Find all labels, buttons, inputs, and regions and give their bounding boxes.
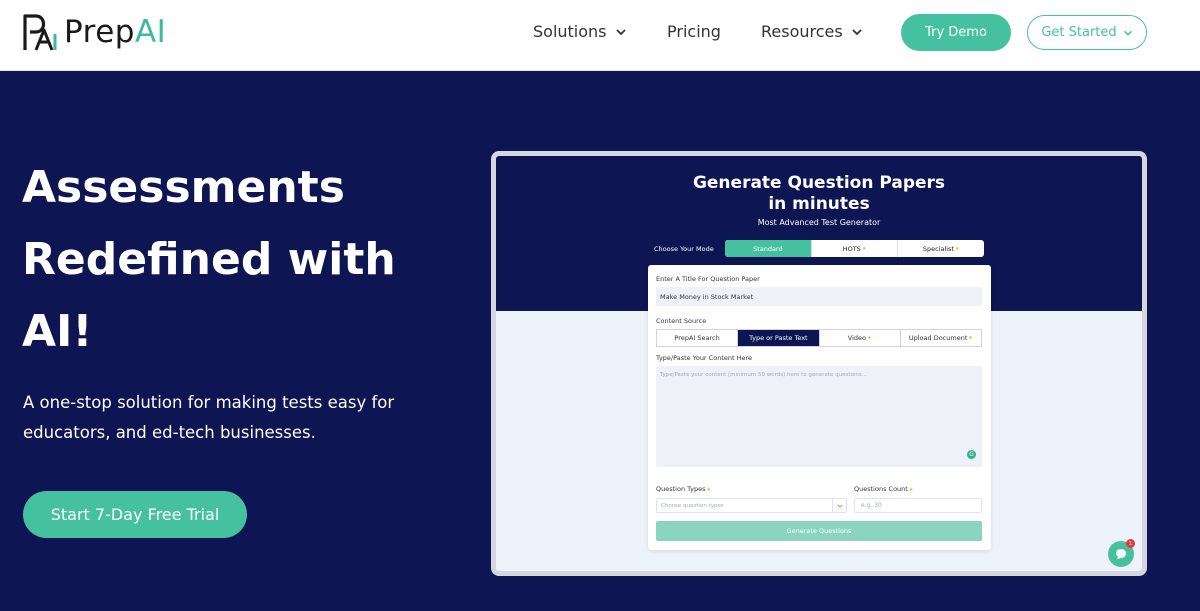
product-screenshot: Generate Question Papers in minutes Most… [491,151,1147,576]
questions-count-label: Questions Count★ [854,485,914,493]
hero-title-line: Redefined with [22,234,396,285]
content-placeholder: Type/Paste your content (minimum 50 word… [660,372,867,378]
nav-solutions[interactable]: Solutions [533,22,627,41]
mode-standard[interactable]: Standard [725,240,811,257]
grammar-check-icon[interactable]: G [967,450,976,459]
generate-questions-label: Generate Questions [786,527,852,535]
notification-badge: 1 [1126,539,1135,548]
pro-badge-icon: ★ [706,487,711,493]
question-form-card: Enter A Title For Question Paper Make Mo… [648,265,991,550]
mode-hots[interactable]: HOTS ★ [810,240,898,257]
content-source-tabs: PrepAI Search Type or Paste Text Video ★ … [656,329,982,347]
nav-resources-label: Resources [761,22,843,41]
mockup-title-line: Generate Question Papers [692,173,946,193]
source-tab-label: Type or Paste Text [749,334,808,342]
start-free-trial-button[interactable]: Start 7-Day Free Trial [23,491,247,538]
hero-title-line: Assessments [22,162,345,213]
try-demo-label: Try Demo [925,25,987,40]
pro-badge-icon: ★ [866,335,872,341]
nav-pricing[interactable]: Pricing [667,22,721,41]
generate-questions-button[interactable]: Generate Questions [656,521,982,541]
mockup-title-line: in minutes [768,194,870,214]
source-tab-label: Upload Document [908,334,968,342]
chevron-down-icon [615,28,626,35]
start-free-trial-label: Start 7-Day Free Trial [50,505,220,524]
mockup-subtitle: Most Advanced Test Generator [757,218,881,227]
pro-badge-icon: ★ [908,487,914,493]
content-source-label: Content Source [656,317,707,325]
source-tab-prepai-search[interactable]: PrepAI Search [657,330,737,346]
chevron-down-icon [832,499,846,512]
chat-widget-button[interactable]: 1 [1108,539,1135,567]
nav-solutions-label: Solutions [533,22,607,41]
chevron-down-icon [1123,30,1132,36]
source-tab-video[interactable]: Video ★ [818,330,900,346]
pro-badge-icon: ★ [968,335,973,341]
question-types-select[interactable]: Choose question types [656,498,847,513]
mode-selector: Standard HOTS ★ Specialist ★ [725,240,984,257]
prepai-logo[interactable]: PrepAI [22,10,166,54]
try-demo-button[interactable]: Try Demo [901,14,1011,51]
pro-badge-icon: ★ [861,245,867,252]
mode-hots-label: HOTS [842,244,861,253]
content-label: Type/Paste Your Content Here [656,354,753,362]
get-started-button[interactable]: Get Started [1027,15,1147,50]
mode-specialist[interactable]: Specialist ★ [897,240,984,257]
title-input-value: Make Money in Stock Market [660,292,754,301]
logo-text: PrepAI [64,14,167,50]
question-types-placeholder: Choose question types [661,502,724,509]
pro-badge-icon: ★ [955,245,960,252]
hero-title: Assessments Redefined with AI! [22,152,462,368]
nav-resources[interactable]: Resources [761,22,863,41]
logo-mark-icon [23,14,57,51]
hero-title-line: AI! [22,306,93,357]
mockup-title: Generate Question Papers in minutes [496,173,1142,215]
source-tab-label: Video [847,334,866,342]
source-tab-upload-document[interactable]: Upload Document ★ [899,330,981,346]
get-started-label: Get Started [1041,25,1117,40]
mode-specialist-label: Specialist [922,244,955,253]
mode-label: Choose Your Mode [654,245,714,253]
site-header: PrepAI Solutions Pricing Resources Try D… [0,0,1200,71]
questions-count-input[interactable]: e.g. 30 [854,498,982,513]
question-types-label: Question Types★ [656,485,711,493]
source-tab-type-paste[interactable]: Type or Paste Text [737,330,819,346]
chat-bubble-icon [1116,549,1126,559]
mode-standard-label: Standard [753,244,783,253]
title-field-label: Enter A Title For Question Paper [656,275,760,283]
questions-count-placeholder: e.g. 30 [861,502,882,509]
nav-pricing-label: Pricing [667,22,721,41]
content-textarea[interactable]: Type/Paste your content (minimum 50 word… [656,366,982,467]
source-tab-label: PrepAI Search [674,334,720,342]
title-input[interactable]: Make Money in Stock Market [656,287,982,306]
chevron-down-icon [852,28,862,35]
hero-subtitle: A one-stop solution for making tests eas… [23,393,395,442]
